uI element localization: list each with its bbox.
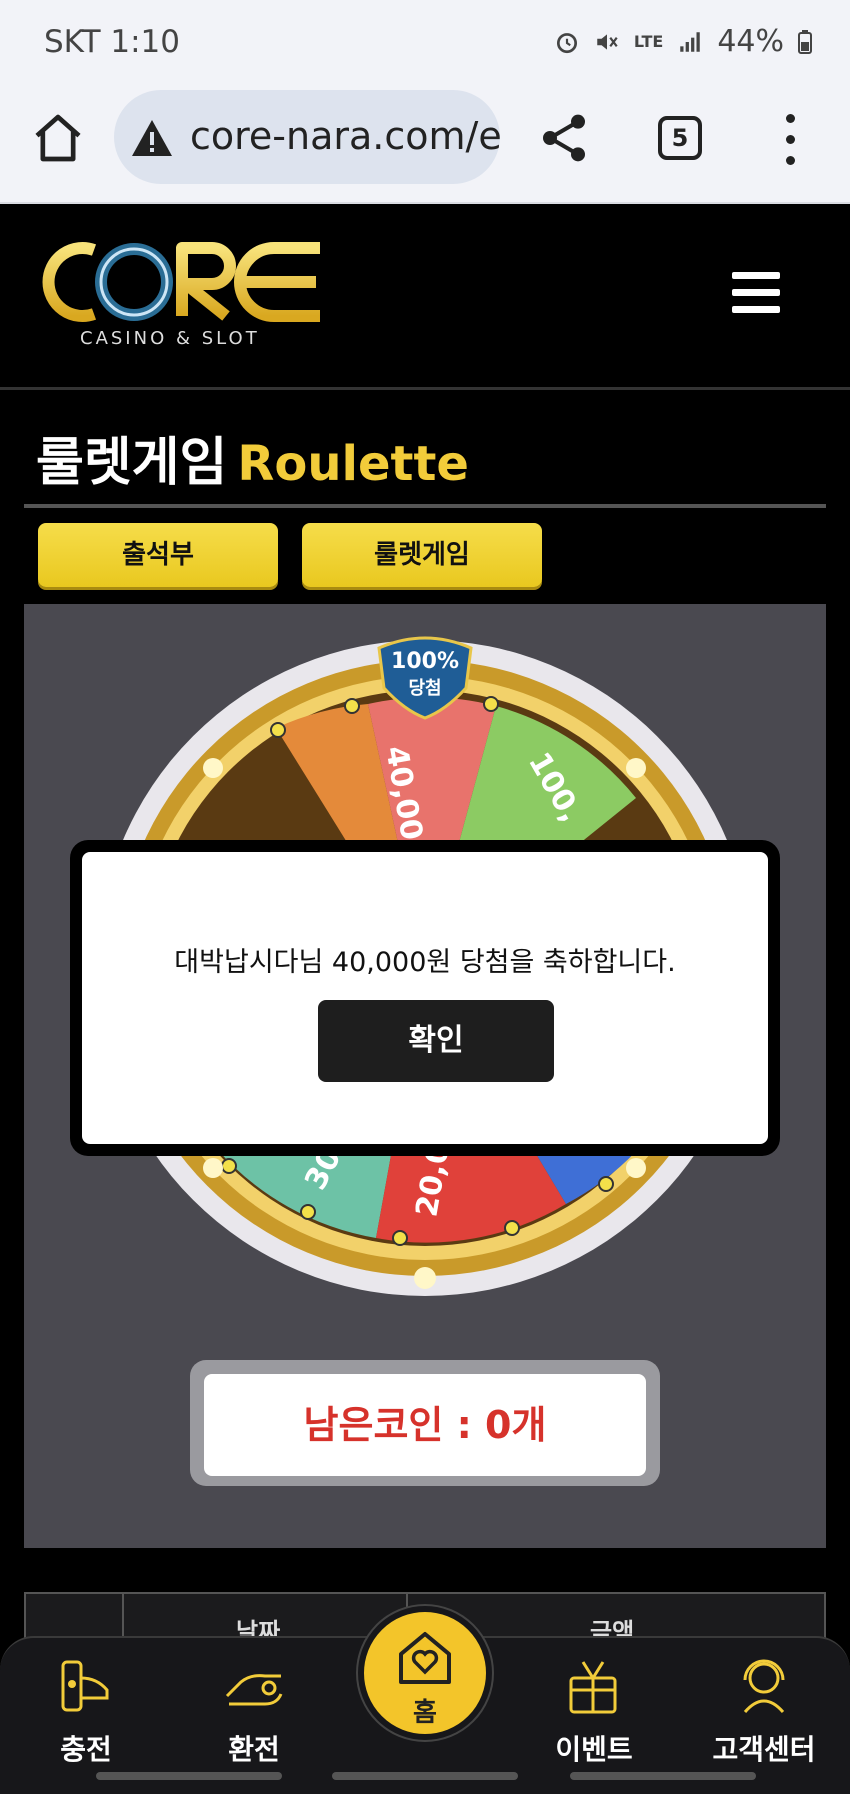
hamburger-menu-icon[interactable] xyxy=(732,272,780,314)
wheel-pin xyxy=(221,1158,237,1174)
badge-bottom-text: 당첨 xyxy=(408,678,441,699)
nav-home-button[interactable]: 홈 xyxy=(358,1606,492,1740)
charge-icon xyxy=(61,1660,109,1712)
site-header: CASINO & SLOT xyxy=(0,206,850,390)
wheel-light xyxy=(626,1158,646,1178)
address-bar[interactable]: core-nara.com/e xyxy=(114,90,500,184)
wheel-pin xyxy=(598,1176,614,1192)
core-logo[interactable]: CASINO & SLOT xyxy=(34,236,334,356)
gesture-handle xyxy=(570,1772,756,1780)
gesture-handle xyxy=(332,1772,518,1780)
logo-subtitle: CASINO & SLOT xyxy=(80,328,260,349)
nav-support[interactable]: 고객센터 xyxy=(704,1654,824,1774)
battery-percent: 44% xyxy=(717,24,784,59)
nav-support-label: 고객센터 xyxy=(712,1733,816,1766)
home-icon[interactable] xyxy=(30,110,86,166)
page-title-ko: 룰렛게임 xyxy=(36,433,228,493)
mute-icon xyxy=(597,33,618,50)
tab-attendance[interactable]: 출석부 xyxy=(38,523,278,587)
support-icon xyxy=(743,1659,785,1714)
network-type: LTE xyxy=(633,32,664,51)
nav-event-label: 이벤트 xyxy=(555,1733,633,1766)
wheel-pin xyxy=(392,1230,408,1246)
result-modal: 대박납시다님 40,000원 당첨을 축하합니다. 확인 xyxy=(70,840,780,1156)
gift-icon xyxy=(569,1661,617,1714)
gesture-handle xyxy=(96,1772,282,1780)
nav-exchange[interactable]: 환전 xyxy=(194,1654,314,1774)
carrier-time: SKT 1:10 xyxy=(44,24,181,60)
nav-exchange-label: 환전 xyxy=(228,1733,280,1766)
status-bar: SKT 1:10 LTE 44% xyxy=(0,0,850,84)
result-message: 대박납시다님 40,000원 당첨을 축하합니다. xyxy=(174,947,676,978)
wheel-pin xyxy=(483,696,499,712)
exchange-icon xyxy=(225,1674,283,1706)
url-text[interactable]: core-nara.com/e xyxy=(190,114,500,158)
wheel-pin xyxy=(300,1204,316,1220)
nav-charge[interactable]: 충전 xyxy=(26,1654,146,1774)
logo-wordmark xyxy=(42,242,320,322)
badge-top-text: 100% xyxy=(391,649,459,674)
alarm-icon xyxy=(556,32,577,53)
warning-icon[interactable] xyxy=(130,118,174,158)
tab-roulette[interactable]: 룰렛게임 xyxy=(302,523,542,587)
wheel-light xyxy=(203,758,223,778)
remaining-coins-text: 남은코인 : 0개 xyxy=(204,1374,646,1476)
browser-toolbar: core-nara.com/e 5 xyxy=(0,84,850,204)
nav-charge-label: 충전 xyxy=(60,1733,112,1766)
nav-event[interactable]: 이벤트 xyxy=(534,1654,654,1774)
page-title-en: Roulette xyxy=(237,436,469,492)
wheel-light xyxy=(626,758,646,778)
home-heart-icon xyxy=(399,1632,451,1684)
signal-icon xyxy=(680,31,701,52)
wheel-pin xyxy=(504,1220,520,1236)
result-modal-panel: 대박납시다님 40,000원 당첨을 축하합니다. 확인 xyxy=(82,852,768,1144)
wheel-pin xyxy=(344,698,360,714)
overflow-menu-icon[interactable] xyxy=(780,114,800,168)
wheel-light xyxy=(203,1158,223,1178)
share-icon[interactable] xyxy=(536,110,592,166)
page-title: 룰렛게임 Roulette xyxy=(36,420,469,495)
status-icons: LTE 44% xyxy=(554,24,812,59)
tab-switcher-button[interactable]: 5 xyxy=(658,116,702,160)
title-divider xyxy=(24,504,826,508)
remaining-coins-box: 남은코인 : 0개 xyxy=(190,1360,660,1486)
wheel-pin xyxy=(270,722,286,738)
battery-icon xyxy=(798,29,812,54)
wheel-light xyxy=(414,1267,436,1289)
nav-home-label: 홈 xyxy=(413,1698,437,1728)
confirm-button[interactable]: 확인 xyxy=(318,1000,554,1082)
